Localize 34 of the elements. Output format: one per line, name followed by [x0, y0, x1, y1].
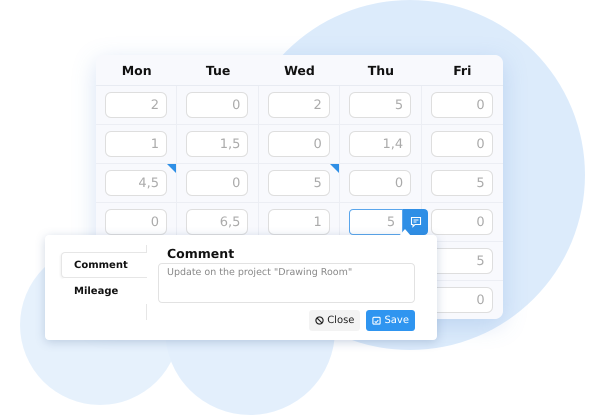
hours-field[interactable]: 0 — [430, 92, 493, 118]
day-header: Fri — [452, 62, 472, 78]
calendar-check-icon — [372, 316, 382, 325]
popup-tab[interactable]: Comment — [61, 252, 147, 278]
hours-field[interactable]: 1 — [268, 209, 330, 235]
hours-field[interactable]: 0 — [105, 209, 167, 235]
comment-field[interactable]: Update on the project "Drawing Room" — [158, 263, 415, 303]
hours-field[interactable]: 5 — [349, 209, 404, 235]
hours-field[interactable]: 0 — [186, 92, 248, 118]
hours-field[interactable]: 5 — [268, 170, 330, 196]
hours-field[interactable]: 2 — [105, 92, 167, 118]
comment-icon — [410, 216, 422, 228]
hours-field[interactable]: 0 — [430, 209, 493, 235]
day-header: Wed — [283, 62, 316, 78]
comment-button[interactable] — [403, 209, 428, 235]
popup-heading: Comment — [167, 246, 236, 261]
hours-field[interactable]: 1,5 — [186, 131, 248, 157]
hours-field[interactable]: 0 — [186, 170, 248, 196]
hours-field[interactable]: 0 — [268, 131, 330, 157]
hours-field[interactable]: 1,4 — [349, 131, 412, 157]
day-header: Tue — [204, 62, 232, 78]
hours-field[interactable]: 4,5 — [105, 170, 167, 196]
hours-field[interactable]: 6,5 — [186, 209, 248, 235]
hours-field[interactable]: 5 — [430, 170, 493, 196]
hours-field[interactable]: 5 — [349, 92, 412, 118]
hours-field[interactable]: 1 — [105, 131, 167, 157]
hours-field[interactable]: 2 — [268, 92, 330, 118]
ban-icon — [315, 316, 324, 325]
close-button[interactable]: Close — [309, 310, 360, 331]
hours-field[interactable]: 0 — [349, 170, 412, 196]
day-header: Mon — [120, 62, 153, 78]
save-button[interactable]: Save — [366, 310, 415, 331]
hours-field[interactable]: 0 — [430, 131, 493, 157]
day-header: Thu — [366, 62, 396, 78]
